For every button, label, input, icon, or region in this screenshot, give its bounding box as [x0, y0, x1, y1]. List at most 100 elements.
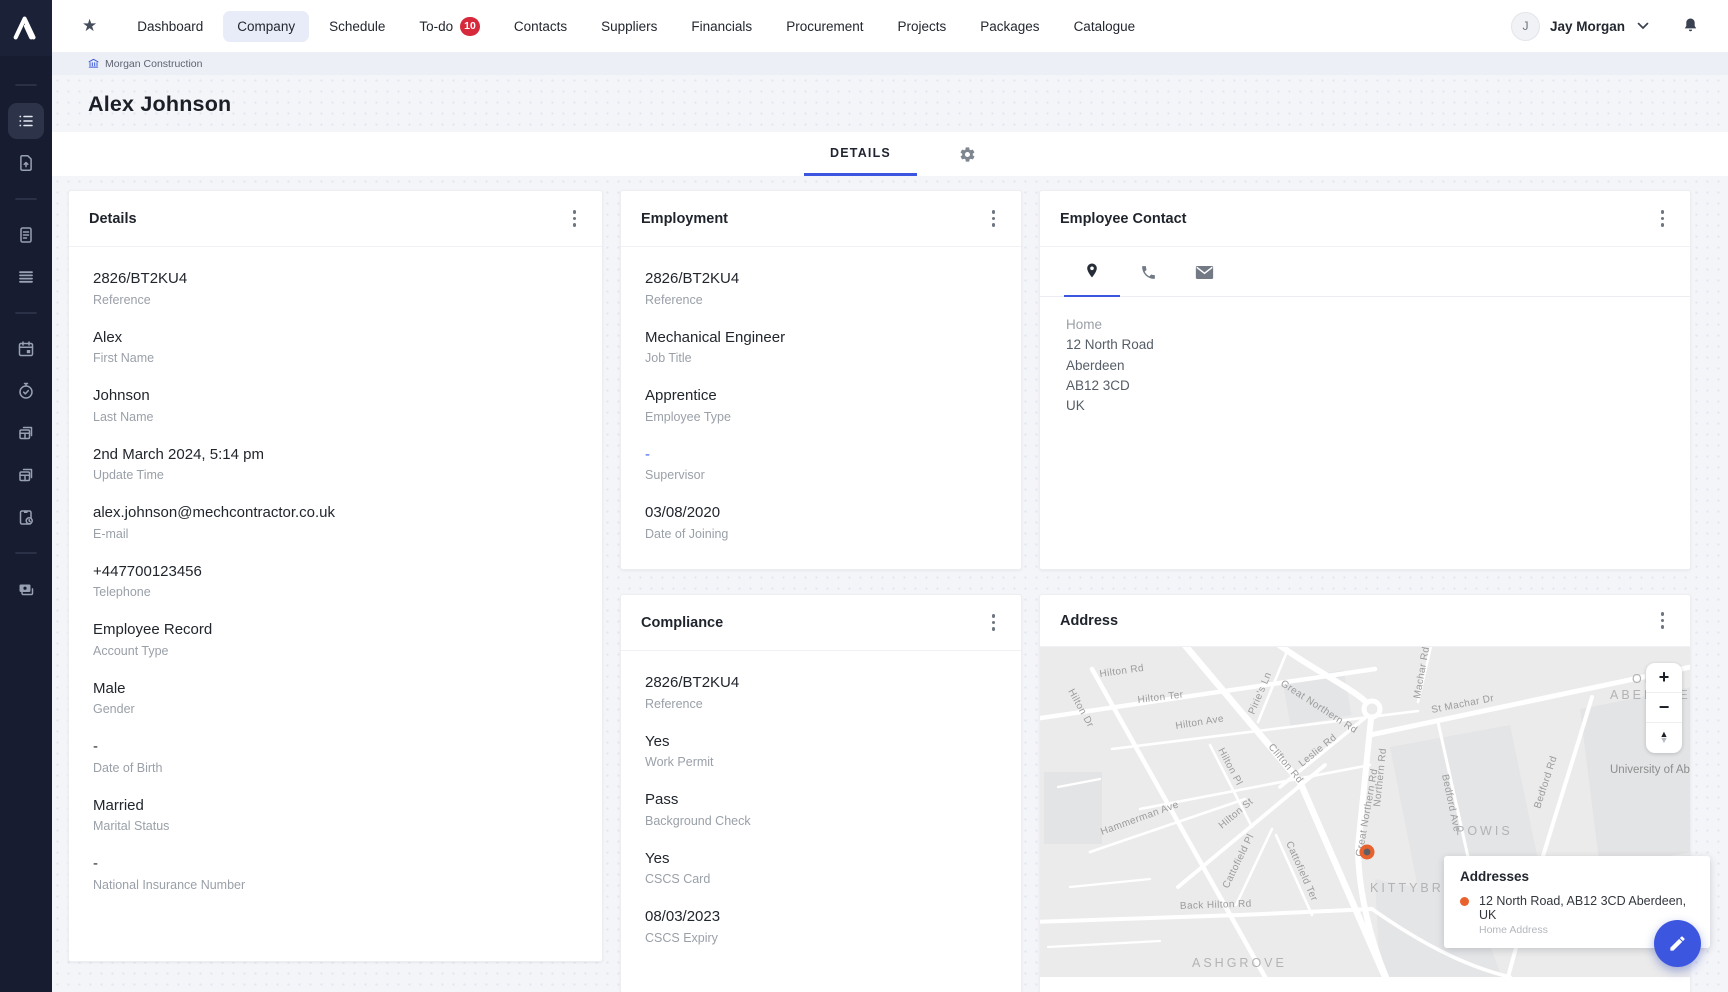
- sidebar-item-rows[interactable]: [8, 259, 44, 295]
- nav-item-projects[interactable]: Projects: [883, 11, 960, 42]
- contact-tab-phone[interactable]: [1120, 247, 1176, 297]
- notifications-bell-icon[interactable]: [1681, 16, 1700, 36]
- boards-copy-icon: [16, 465, 36, 485]
- page-title: Alex Johnson: [88, 92, 1728, 117]
- nav-item-catalogue[interactable]: Catalogue: [1060, 11, 1150, 42]
- field-date-of-birth: -Date of Birth: [93, 737, 578, 775]
- nav-item-todo[interactable]: To-do 10: [405, 9, 493, 44]
- breadcrumb[interactable]: Morgan Construction: [52, 52, 1728, 75]
- user-avatar[interactable]: J: [1511, 12, 1540, 41]
- kebab-menu-icon[interactable]: [986, 608, 1002, 637]
- nav-item-financials[interactable]: Financials: [677, 11, 766, 42]
- sidebar-divider: [15, 312, 37, 314]
- logo-icon: [11, 13, 41, 43]
- addresses-overlay-title: Addresses: [1460, 869, 1694, 884]
- field-first-name: AlexFirst Name: [93, 328, 578, 366]
- field-value: 2826/BT2KU4: [93, 269, 578, 289]
- field-label: National Insurance Number: [93, 878, 578, 892]
- field-value: -: [93, 737, 578, 757]
- field-work-permit: YesWork Permit: [645, 732, 997, 770]
- map-tilt-button[interactable]: ▲ ▼: [1646, 723, 1682, 753]
- field-label: Update Time: [93, 468, 578, 482]
- nav-item-company[interactable]: Company: [223, 11, 309, 42]
- kebab-menu-icon[interactable]: [986, 204, 1002, 233]
- pencil-icon: [1668, 934, 1687, 953]
- file-upload-icon: [16, 153, 36, 173]
- tab-details[interactable]: DETAILS: [804, 132, 917, 176]
- todo-count-badge: 10: [460, 17, 480, 36]
- field-value: Pass: [645, 790, 997, 810]
- nav-item-dashboard[interactable]: Dashboard: [123, 11, 217, 42]
- sidebar-item-boards[interactable]: [8, 415, 44, 451]
- contact-tab-address[interactable]: [1064, 247, 1120, 297]
- kebab-menu-icon[interactable]: [1655, 606, 1671, 635]
- contact-tabs: [1040, 247, 1690, 297]
- details-card: Details 2826/BT2KU4Reference AlexFirst N…: [68, 190, 603, 962]
- map-marker-home[interactable]: [1360, 845, 1375, 860]
- sidebar-item-clipboard[interactable]: [8, 499, 44, 535]
- home-address-block: Home 12 North Road Aberdeen AB12 3CD UK: [1040, 297, 1690, 434]
- kebab-menu-icon[interactable]: [1655, 204, 1671, 233]
- field-date-of-joining: 03/08/2020Date of Joining: [645, 503, 997, 541]
- field-cscs-card: YesCSCS Card: [645, 849, 997, 887]
- kebab-menu-icon[interactable]: [567, 204, 583, 233]
- field-value: Apprentice: [645, 386, 997, 406]
- sidebar-item-wallet[interactable]: [8, 571, 44, 607]
- field-value: Alex: [93, 328, 578, 348]
- supervisor-link[interactable]: -: [645, 445, 997, 465]
- nav-label: Contacts: [514, 19, 567, 34]
- field-supervisor: -Supervisor: [645, 445, 997, 483]
- field-value: 2826/BT2KU4: [645, 269, 997, 289]
- field-reference: 2826/BT2KU4 Reference: [645, 673, 997, 711]
- nav-item-suppliers[interactable]: Suppliers: [587, 11, 671, 42]
- contact-tab-email[interactable]: [1176, 247, 1232, 297]
- sidebar-item-timer[interactable]: [8, 373, 44, 409]
- nav-label: Procurement: [786, 19, 863, 34]
- user-name[interactable]: Jay Morgan: [1550, 19, 1625, 34]
- top-navigation-bar: ★ Dashboard Company Schedule To-do 10 Co…: [52, 0, 1728, 52]
- field-label: CSCS Card: [645, 872, 997, 886]
- map-zoom-controls: + − ▲ ▼: [1646, 663, 1682, 753]
- nav-label: Catalogue: [1074, 19, 1136, 34]
- nav-label: Dashboard: [137, 19, 203, 34]
- clipboard-clock-icon: [16, 507, 36, 527]
- address-line: Aberdeen: [1066, 356, 1664, 376]
- tab-bar: DETAILS: [52, 132, 1728, 176]
- nav-label: Packages: [980, 19, 1039, 34]
- app-sidebar: [0, 0, 52, 992]
- sidebar-item-file-upload[interactable]: [8, 145, 44, 181]
- field-value: Married: [93, 796, 578, 816]
- field-job-title: Mechanical EngineerJob Title: [645, 328, 997, 366]
- nav-item-contacts[interactable]: Contacts: [500, 11, 581, 42]
- nav-label: Suppliers: [601, 19, 657, 34]
- field-label: Reference: [645, 697, 997, 711]
- field-value: 03/08/2020: [645, 503, 997, 523]
- nav-item-schedule[interactable]: Schedule: [315, 11, 399, 42]
- company-bank-icon: [88, 58, 99, 69]
- phone-icon: [1140, 264, 1157, 281]
- sidebar-item-document[interactable]: [8, 217, 44, 253]
- map-zoom-out-button[interactable]: −: [1646, 693, 1682, 723]
- sidebar-item-calendar[interactable]: [8, 331, 44, 367]
- address-line: UK: [1066, 396, 1664, 416]
- nav-item-procurement[interactable]: Procurement: [772, 11, 877, 42]
- chevron-down-icon[interactable]: [1637, 22, 1649, 30]
- field-value: 08/03/2023: [645, 907, 997, 927]
- tab-settings-gear-icon[interactable]: [959, 146, 976, 163]
- map-zoom-in-button[interactable]: +: [1646, 663, 1682, 693]
- field-account-type: Employee RecordAccount Type: [93, 620, 578, 658]
- sidebar-item-list[interactable]: [8, 103, 44, 139]
- boards-copy-icon: [16, 423, 36, 443]
- edit-fab-button[interactable]: [1654, 920, 1701, 967]
- sidebar-item-boards-2[interactable]: [8, 457, 44, 493]
- app-logo[interactable]: [0, 0, 52, 56]
- field-reference: 2826/BT2KU4Reference: [645, 269, 997, 307]
- field-employee-type: ApprenticeEmployee Type: [645, 386, 997, 424]
- field-value: Male: [93, 679, 578, 699]
- field-value: 2826/BT2KU4: [645, 673, 997, 693]
- nav-item-packages[interactable]: Packages: [966, 11, 1053, 42]
- nav-label: Financials: [691, 19, 752, 34]
- address-line: AB12 3CD: [1066, 376, 1664, 396]
- map-poi-label: University of Aberd: [1610, 764, 1690, 776]
- favorites-star-icon[interactable]: ★: [82, 16, 97, 36]
